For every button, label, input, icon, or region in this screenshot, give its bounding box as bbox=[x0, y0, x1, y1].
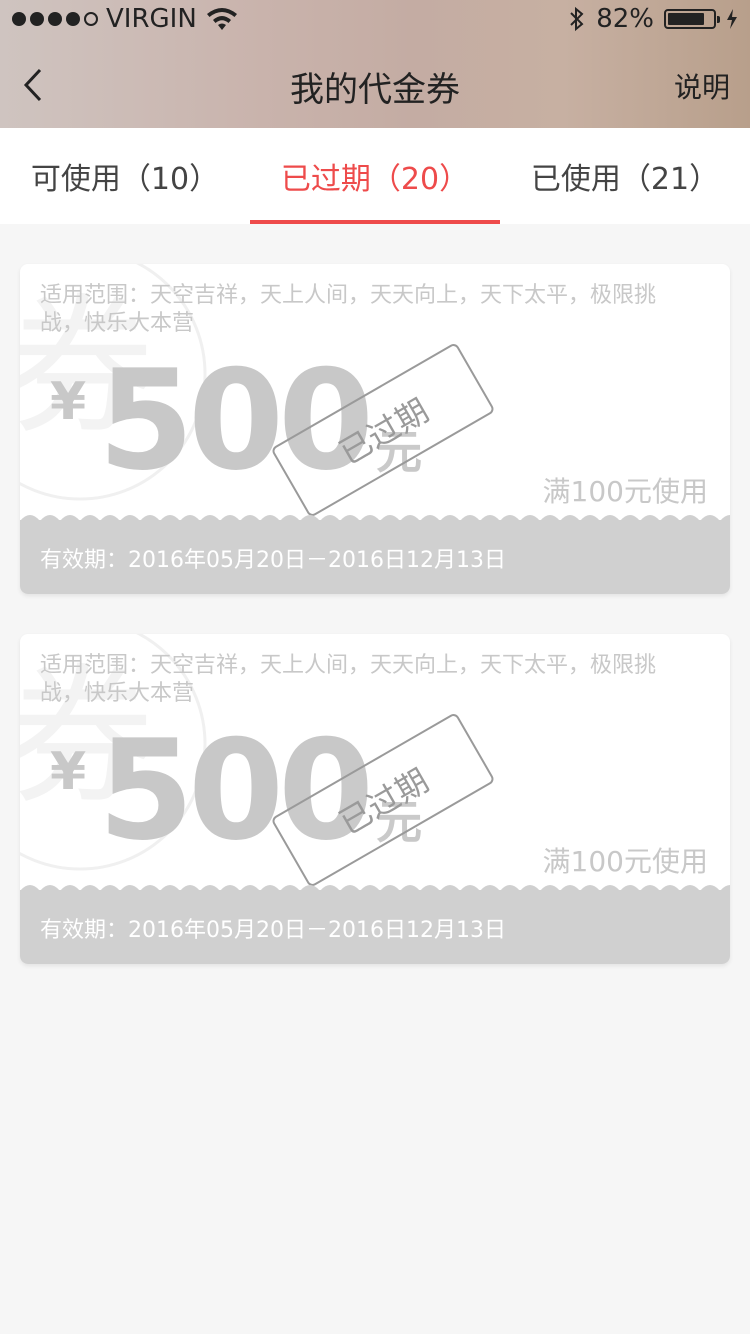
carrier-label: VIRGIN bbox=[106, 4, 197, 34]
signal-dots bbox=[12, 12, 98, 26]
coupon-condition: 满100元使用 bbox=[542, 475, 708, 508]
signal-dot bbox=[66, 12, 80, 26]
currency-symbol: ¥ bbox=[50, 742, 87, 802]
coupon-footer: 有效期：2016年05月20日－2016日12月13日 bbox=[20, 885, 730, 964]
coupon-condition: 满100元使用 bbox=[542, 845, 708, 878]
coupon-scope: 适用范围：天空吉祥，天上人间，天天向上，天下太平，极限挑战，快乐大本营 bbox=[40, 653, 657, 706]
coupon-validity: 有效期：2016年05月20日－2016日12月13日 bbox=[40, 548, 506, 573]
signal-dot bbox=[12, 12, 26, 26]
signal-dot-empty bbox=[84, 12, 98, 26]
wave-edge bbox=[20, 885, 730, 891]
coupon-card[interactable]: 券 适用范围：天空吉祥，天上人间，天天向上，天下太平，极限挑战，快乐大本营 ¥ … bbox=[20, 634, 730, 964]
battery-fill bbox=[668, 13, 705, 25]
page-title: 我的代金券 bbox=[290, 70, 460, 110]
charging-icon bbox=[727, 9, 737, 29]
wifi-icon bbox=[206, 8, 237, 30]
tab-expired[interactable]: 已过期（20） bbox=[250, 128, 500, 224]
tab-bar: 可使用（10） 已过期（20） 已使用（21） bbox=[0, 128, 750, 224]
tab-used[interactable]: 已使用（21） bbox=[500, 128, 750, 224]
coupon-validity: 有效期：2016年05月20日－2016日12月13日 bbox=[40, 918, 506, 943]
tab-usable[interactable]: 可使用（10） bbox=[0, 128, 250, 224]
header: VIRGIN 82% 我的代金券 说明 bbox=[0, 0, 750, 128]
currency-symbol: ¥ bbox=[50, 372, 87, 432]
status-right: 82% bbox=[568, 4, 738, 34]
wave-edge bbox=[20, 515, 730, 521]
nav-bar: 我的代金券 说明 bbox=[0, 40, 750, 128]
status-bar: VIRGIN 82% bbox=[0, 0, 750, 40]
signal-dot bbox=[48, 12, 62, 26]
battery-icon bbox=[664, 9, 720, 29]
battery-percent: 82% bbox=[596, 4, 654, 34]
bluetooth-icon bbox=[570, 6, 584, 32]
signal-dot bbox=[30, 12, 44, 26]
coupon-footer: 有效期：2016年05月20日－2016日12月13日 bbox=[20, 515, 730, 594]
status-left: VIRGIN bbox=[12, 4, 239, 34]
explain-button[interactable]: 说明 bbox=[674, 66, 730, 106]
coupon-scope: 适用范围：天空吉祥，天上人间，天天向上，天下太平，极限挑战，快乐大本营 bbox=[40, 283, 657, 336]
coupon-card[interactable]: 券 适用范围：天空吉祥，天上人间，天天向上，天下太平，极限挑战，快乐大本营 ¥ … bbox=[20, 264, 730, 594]
